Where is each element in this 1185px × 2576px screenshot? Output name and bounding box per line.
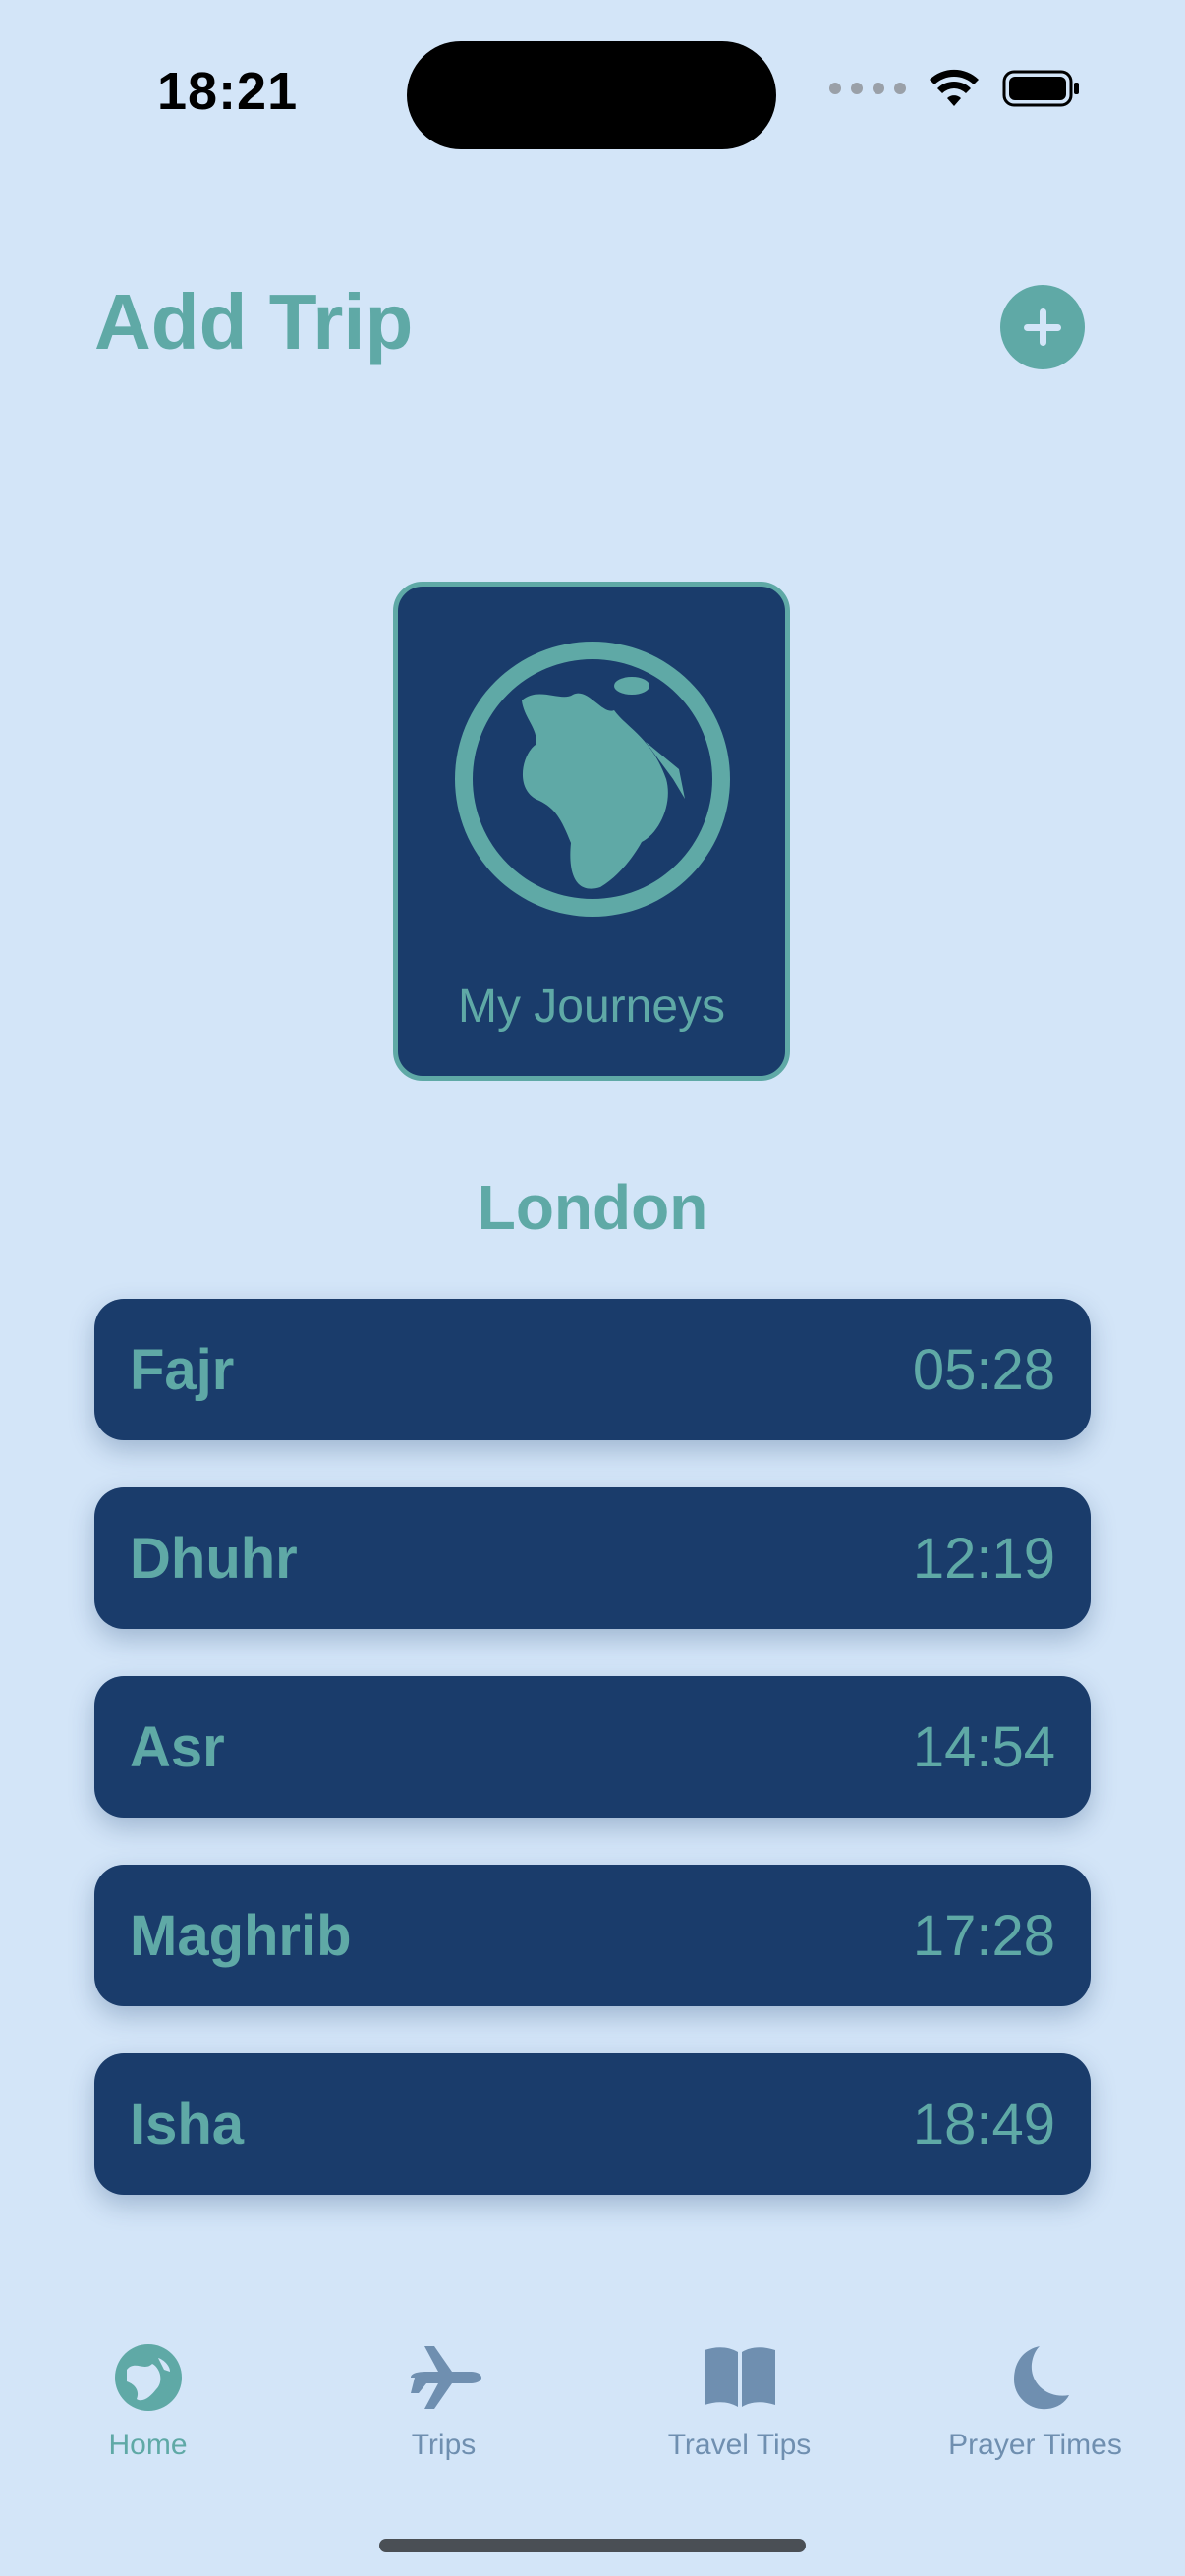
tab-trips[interactable]: Trips [296,2338,592,2476]
book-icon [704,2347,775,2407]
globe-icon [114,2344,182,2411]
my-journeys-card[interactable]: My Journeys [393,582,790,1081]
tab-home[interactable]: Home [0,2338,296,2476]
prayer-name: Fajr [130,1337,235,1402]
prayer-row-maghrib[interactable]: Maghrib 17:28 [94,1865,1091,2006]
prayer-name: Isha [130,2092,245,2156]
prayer-time: 05:28 [912,1337,1055,1402]
prayer-time: 12:19 [912,1526,1055,1591]
prayer-time: 17:28 [912,1903,1055,1968]
tab-label: Prayer Times [948,2429,1122,2461]
prayer-row-dhuhr[interactable]: Dhuhr 12:19 [94,1487,1091,1629]
prayer-time: 14:54 [912,1714,1055,1779]
tab-travel-tips[interactable]: Travel Tips [592,2338,887,2476]
status-time: 18:21 [157,62,299,121]
tab-label: Home [108,2429,188,2461]
status-icons [829,69,1081,108]
airplane-icon [410,2346,481,2409]
globe-europe-africa-icon [455,642,730,917]
prayer-time: 18:49 [912,2092,1055,2156]
signal-dots-icon [829,83,906,94]
prayer-name: Maghrib [130,1903,352,1968]
prayer-name: Dhuhr [130,1526,298,1591]
prayer-name: Asr [130,1714,225,1779]
prayer-row-asr[interactable]: Asr 14:54 [94,1676,1091,1818]
battery-icon [1002,70,1079,107]
add-trip-button[interactable] [1000,285,1085,369]
page-title: Add Trip [94,278,414,365]
moon-icon [1013,2346,1069,2410]
tab-bar: Home Trips Travel Tips Prayer Times [0,2338,1185,2476]
wifi-icon [930,69,979,106]
tab-label: Travel Tips [667,2429,812,2461]
home-indicator [379,2539,806,2552]
prayer-row-fajr[interactable]: Fajr 05:28 [94,1299,1091,1440]
prayer-row-isha[interactable]: Isha 18:49 [94,2053,1091,2195]
tab-prayer-times[interactable]: Prayer Times [887,2338,1183,2476]
dynamic-island [407,41,776,149]
city-name: London [477,1172,708,1243]
my-journeys-label: My Journeys [457,980,726,1033]
tab-label: Trips [411,2429,477,2461]
